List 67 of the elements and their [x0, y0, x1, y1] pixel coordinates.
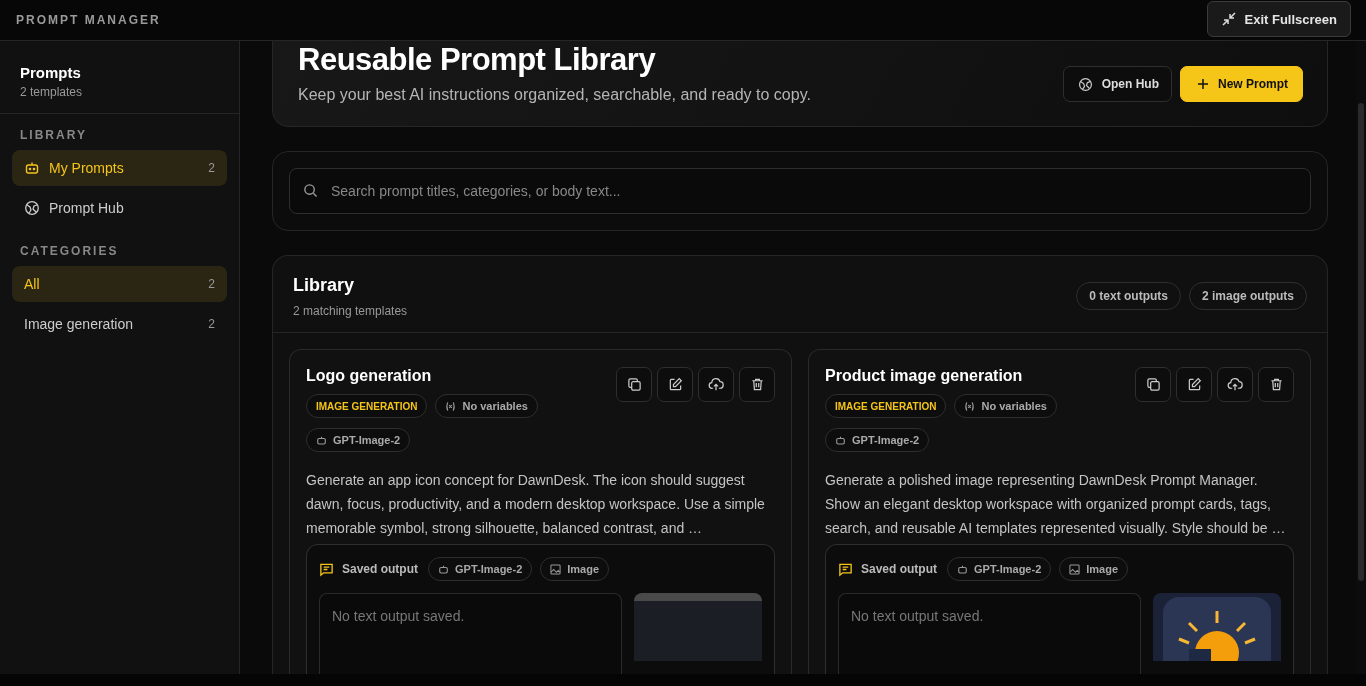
image-icon [1069, 563, 1081, 575]
variables-tag: No variables [954, 394, 1057, 418]
saved-output-label: Saved output [861, 562, 937, 576]
output-type-tag: Image [540, 557, 610, 581]
globe-icon [1077, 76, 1093, 92]
section-heading: CATEGORIES [19, 243, 120, 260]
app-title: PROMPT MANAGER [16, 13, 161, 27]
trash-icon [1268, 377, 1284, 392]
robot-icon [957, 563, 968, 575]
text-output-box: No text output saved. [838, 593, 1141, 674]
message-icon [838, 561, 853, 577]
upload-button[interactable] [1217, 367, 1253, 402]
sidebar-title: Prompts [20, 64, 82, 81]
sidebar-subtitle: 2 templates [20, 85, 84, 99]
sidebar-item[interactable]: Image generation 2 [12, 306, 227, 342]
trash-icon [749, 377, 765, 392]
open-hub-button[interactable]: Open Hub [1062, 66, 1172, 102]
copy-icon [626, 377, 642, 392]
message-icon [319, 561, 334, 577]
edit-button[interactable] [1176, 367, 1212, 402]
category-tag: IMAGE GENERATION [825, 394, 947, 418]
edit-button[interactable] [657, 367, 693, 402]
text-output-box: No text output saved. [319, 593, 622, 674]
model-tag: GPT-Image-2 [428, 557, 533, 581]
card-title: Product image generation [825, 367, 1024, 385]
exit-fullscreen-button[interactable]: Exit Fullscreen [1206, 1, 1351, 37]
library-title: Library [293, 275, 356, 296]
model-tag: GPT-Image-2 [947, 557, 1052, 581]
copy-button[interactable] [1135, 367, 1171, 402]
globe-icon [24, 200, 40, 216]
robot-icon [24, 160, 40, 176]
scrollbar-thumb[interactable] [1358, 103, 1364, 581]
library-subtitle: 2 matching templates [293, 304, 408, 318]
cloud-upload-icon [708, 377, 724, 392]
delete-button[interactable] [739, 367, 775, 402]
delete-button[interactable] [1258, 367, 1294, 402]
category-tag: IMAGE GENERATION [306, 394, 428, 418]
variable-icon [964, 400, 976, 412]
edit-icon [667, 377, 683, 392]
prompt-text: Generate a polished image representing DawnDesk Prompt Manager. Show an elegant desktop workspace with organized prompt cards, tags, search, and reusable AI templates represented visually. Style should be … [825, 471, 1287, 538]
sidebar-item[interactable]: My Prompts 2 [12, 150, 227, 186]
saved-output-label: Saved output [342, 562, 418, 576]
copy-button[interactable] [616, 367, 652, 402]
robot-icon [835, 434, 846, 446]
robot-icon [438, 563, 449, 575]
variable-icon [445, 400, 457, 412]
image-icon [550, 563, 562, 575]
model-tag: GPT-Image-2 [306, 428, 411, 452]
card-title: Logo generation [306, 367, 433, 385]
robot-icon [316, 434, 327, 446]
edit-icon [1186, 377, 1202, 392]
collapse-icon [1220, 11, 1237, 27]
model-tag: GPT-Image-2 [825, 428, 930, 452]
prompt-text: Generate an app icon concept for DawnDesk. The icon should suggest dawn, focus, productivity, and a modern desktop workspace. Use a simple memorable symbol, strong silhouette, balanced contrast, and … [306, 471, 766, 538]
sidebar-item[interactable]: Prompt Hub [12, 190, 227, 226]
search-field[interactable]: Search prompt titles, categories, or body text... [289, 168, 1311, 214]
page-title: Reusable Prompt Library [298, 42, 657, 78]
upload-button[interactable] [698, 367, 734, 402]
variables-tag: No variables [435, 394, 538, 418]
output-type-tag: Image [1059, 557, 1129, 581]
sidebar-item[interactable]: All 2 [12, 266, 227, 302]
page-subtitle: Keep your best AI instructions organized, searchable, and ready to copy. [298, 86, 811, 104]
section-heading: LIBRARY [19, 127, 88, 144]
cloud-upload-icon [1227, 377, 1243, 392]
plus-icon [1197, 78, 1209, 90]
new-prompt-button[interactable]: New Prompt [1180, 66, 1303, 102]
copy-icon [1145, 377, 1161, 392]
